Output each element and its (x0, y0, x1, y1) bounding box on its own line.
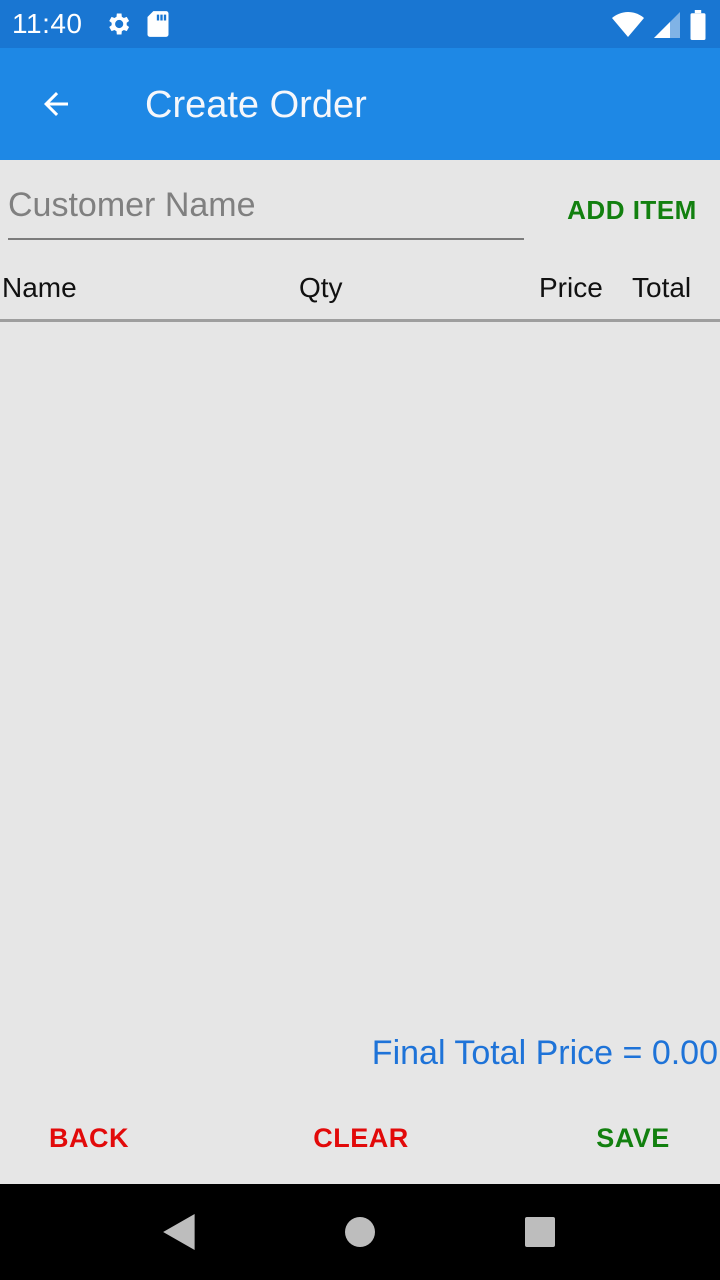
final-total-value: 0.00 (651, 1034, 718, 1072)
clear-button[interactable]: CLEAR (305, 1112, 417, 1164)
wifi-icon (612, 11, 644, 39)
save-button[interactable]: SAVE (585, 1112, 681, 1164)
column-header-total: Total (632, 272, 692, 303)
arrow-left-icon[interactable] (28, 76, 84, 132)
sd-card-icon (146, 10, 170, 38)
customer-name-input[interactable] (8, 172, 524, 240)
bottom-actions: BACK CLEAR SAVE (0, 1100, 720, 1184)
home-circle-icon[interactable] (330, 1202, 390, 1262)
page-title: Create Order (145, 84, 367, 126)
column-header-price: Price (539, 272, 603, 303)
recents-square-icon[interactable] (510, 1202, 570, 1262)
status-left-icons (104, 10, 170, 38)
column-header-qty: Qty (299, 272, 343, 303)
settings-icon (104, 10, 132, 38)
status-bar: 11:40 (0, 0, 720, 48)
cell-signal-icon (654, 11, 680, 39)
column-header-name: Name (2, 272, 77, 303)
system-nav-bar (0, 1184, 720, 1280)
status-right-icons (612, 10, 706, 40)
status-time: 11:40 (12, 8, 83, 39)
final-total-price: Final Total Price = 0.00 (372, 1034, 718, 1073)
add-item-button[interactable]: ADD ITEM (548, 180, 716, 240)
table-header: Name Qty Price Total (0, 258, 720, 322)
back-triangle-icon[interactable] (150, 1202, 210, 1262)
battery-icon (690, 10, 706, 40)
app-bar: Create Order (0, 48, 720, 160)
order-items-list[interactable] (0, 322, 720, 1022)
final-total-label: Final Total Price = (371, 1034, 652, 1072)
back-button[interactable]: BACK (40, 1112, 138, 1164)
